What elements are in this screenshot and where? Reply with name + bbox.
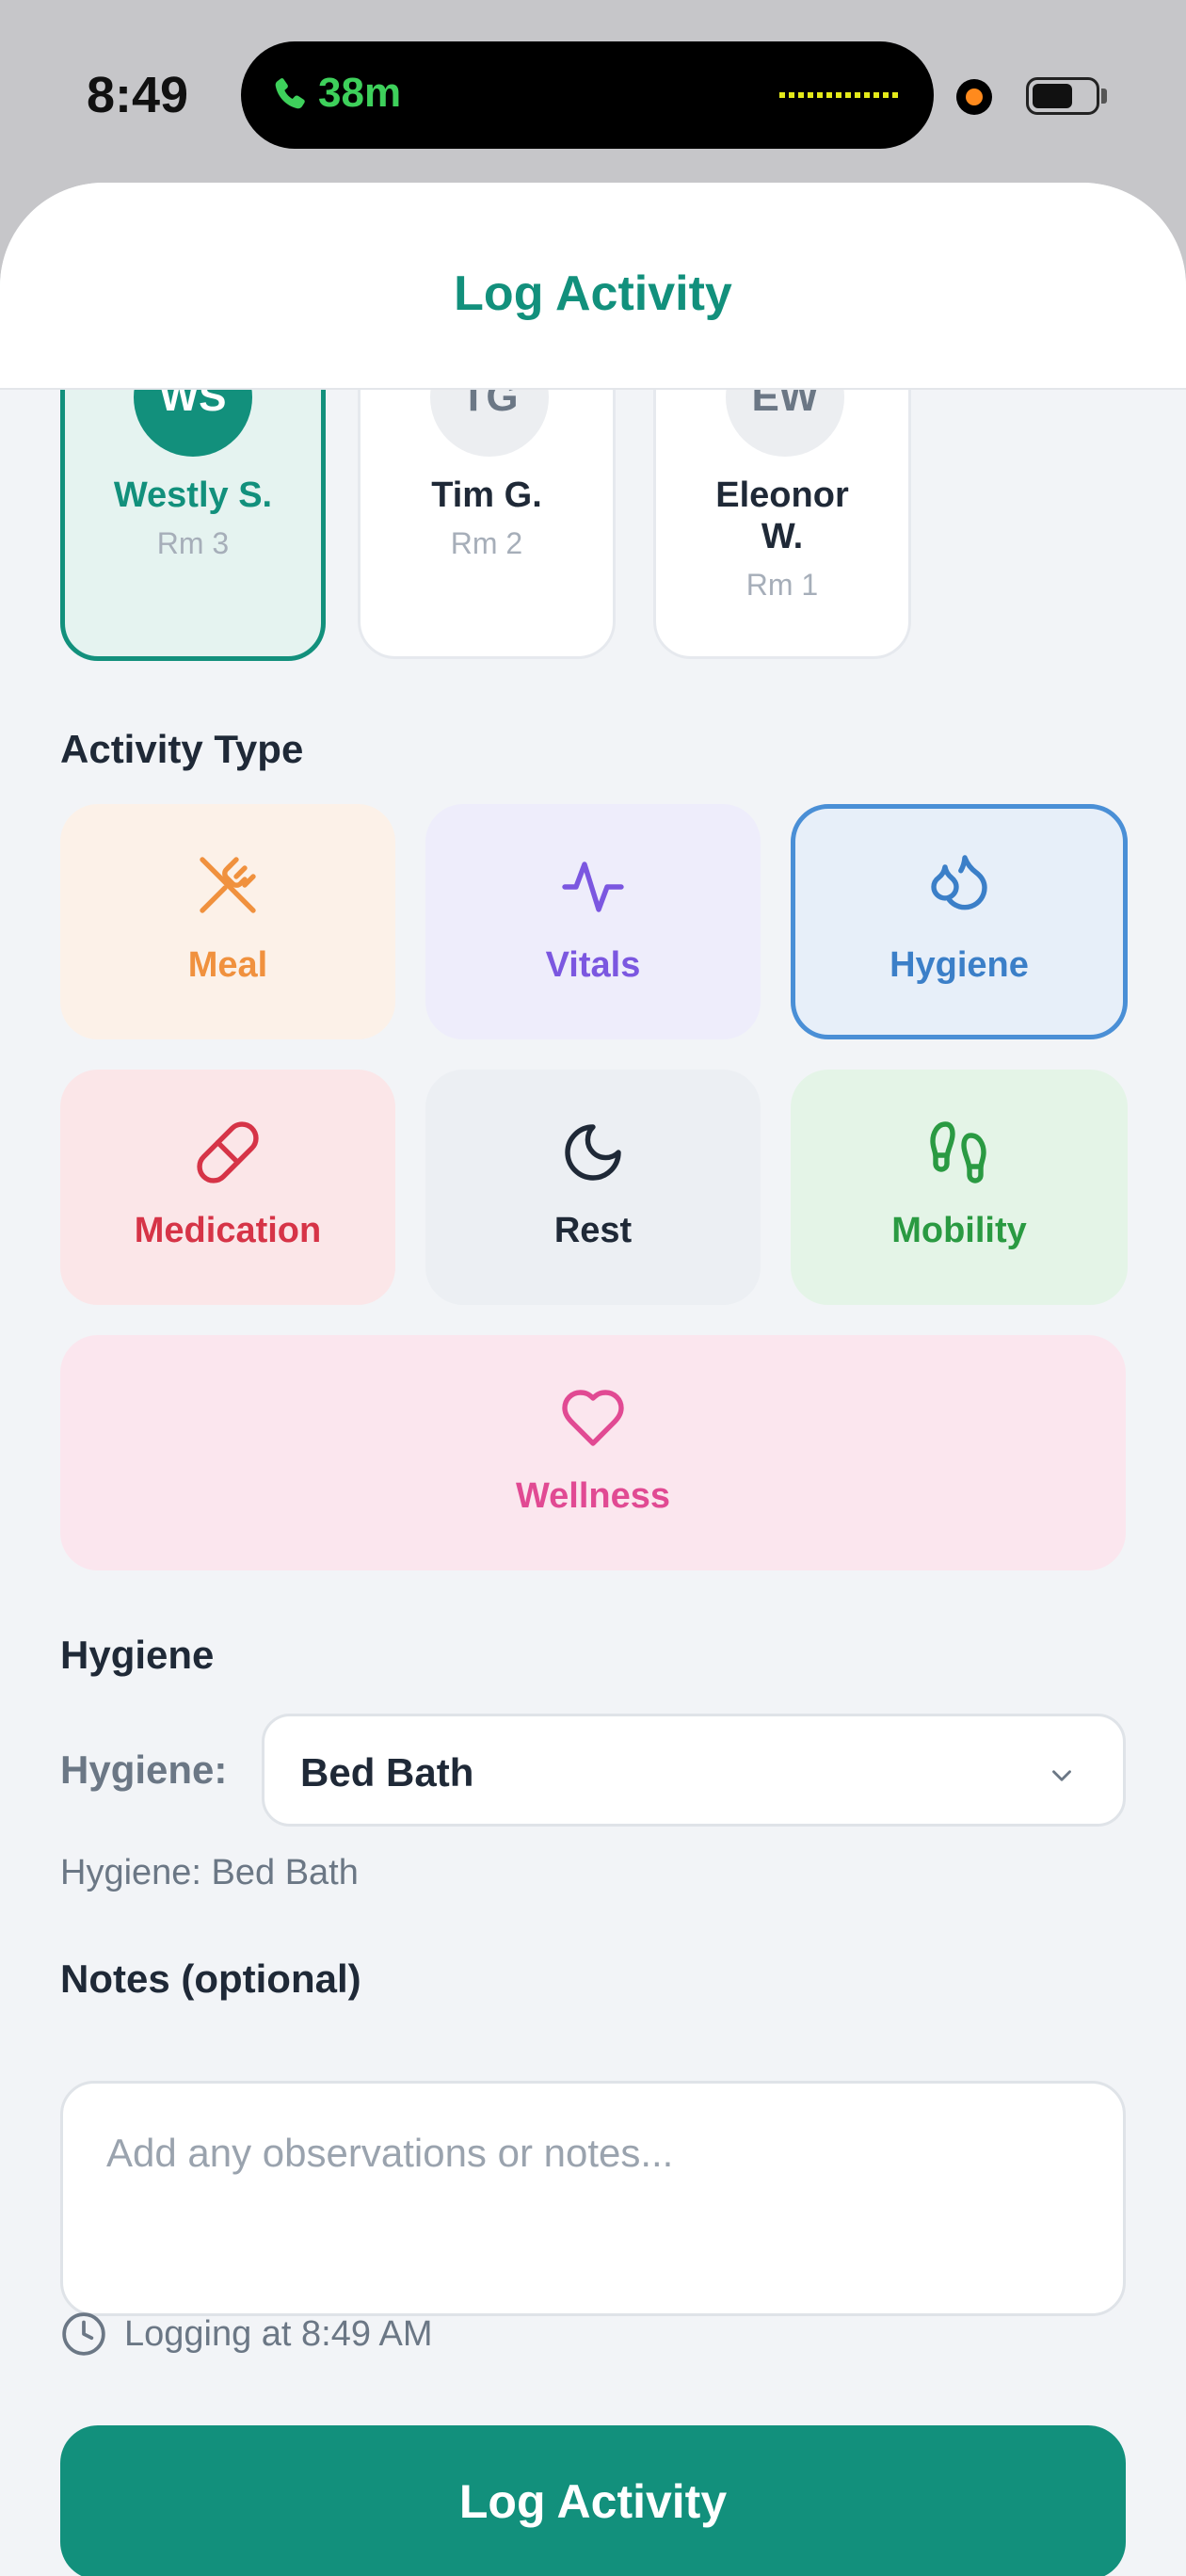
log-activity-button[interactable]: Log Activity [60, 2425, 1126, 2576]
notes-textarea[interactable]: Add any observations or notes... [60, 2081, 1126, 2316]
hygiene-summary: Hygiene: Bed Bath [60, 1853, 359, 1892]
pulse-icon [562, 861, 624, 912]
hygiene-type-select[interactable]: Bed Bath [262, 1714, 1126, 1827]
activity-label: Rest [553, 1211, 633, 1250]
activity-label: Vitals [545, 945, 641, 985]
activity-tile-hygiene[interactable]: Hygiene [791, 804, 1128, 1039]
activity-label: Medication [134, 1211, 322, 1250]
select-value: Bed Bath [300, 1750, 474, 1795]
droplets-icon [931, 855, 987, 910]
activity-tile-medication[interactable]: Medication [60, 1070, 395, 1305]
fork-knife-crossed-icon [200, 857, 256, 913]
sheet-header: Log Activity [0, 183, 1186, 390]
battery-tip [1101, 89, 1107, 104]
footprints-icon [930, 1121, 986, 1183]
resident-name: Tim G. [431, 475, 542, 515]
activity-type-heading: Activity Type [60, 727, 304, 771]
status-time: 8:49 [87, 67, 189, 123]
logging-time-text: Logging at 8:49 AM [124, 2314, 433, 2354]
activity-label: Mobility [891, 1211, 1027, 1250]
resident-name: Eleonor [715, 475, 849, 515]
moon-icon [565, 1124, 621, 1181]
activity-tile-wellness[interactable]: Wellness [60, 1335, 1126, 1570]
clock-icon [62, 2312, 105, 2356]
dynamic-island[interactable]: 38m [241, 41, 934, 149]
activity-label: Meal [187, 945, 268, 985]
phone-icon [275, 78, 305, 109]
hygiene-field-label: Hygiene: [60, 1747, 228, 1792]
log-activity-button-label: Log Activity [458, 2475, 728, 2528]
pill-icon [197, 1121, 259, 1183]
heart-icon [562, 1390, 624, 1446]
activity-label: Wellness [515, 1476, 671, 1516]
notes-placeholder: Add any observations or notes... [106, 2131, 674, 2175]
notes-heading: Notes (optional) [60, 1956, 361, 2001]
activity-tile-vitals[interactable]: Vitals [425, 804, 761, 1039]
detail-section-heading: Hygiene [60, 1633, 215, 1677]
resident-name-line2: W. [761, 517, 804, 556]
activity-tile-meal[interactable]: Meal [60, 804, 395, 1039]
recording-indicator-icon [956, 79, 992, 115]
resident-name: Westly S. [113, 475, 273, 515]
page-title: Log Activity [454, 266, 732, 321]
call-duration: 38m [318, 70, 402, 116]
chevron-down-icon [1052, 1770, 1071, 1781]
audio-waveform-icon [779, 92, 898, 98]
status-bar: 8:49 38m [0, 0, 1186, 188]
activity-tile-rest[interactable]: Rest [425, 1070, 761, 1305]
activity-label: Hygiene [890, 945, 1029, 985]
resident-room: Rm 2 [450, 526, 523, 560]
activity-tile-mobility[interactable]: Mobility [791, 1070, 1128, 1305]
resident-room: Rm 3 [156, 526, 230, 560]
log-activity-sheet: WS Westly S. Rm 3 TG Tim G. Rm 2 EW Eleo… [0, 183, 1186, 2576]
battery-icon [1026, 77, 1099, 115]
resident-room: Rm 1 [745, 568, 819, 602]
